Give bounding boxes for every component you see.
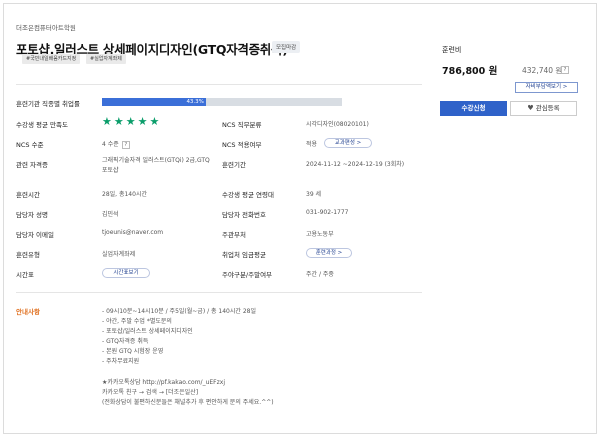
favorite-button[interactable]: ♥ 관심등록 — [510, 101, 577, 116]
phone-label: 담당자 전화번호 — [222, 211, 266, 219]
guide-line — [102, 368, 274, 378]
guide-line: ★카카오톡상담 http://pf.kakao.com/_uEFzxj — [102, 378, 225, 386]
academy-name[interactable]: 더조은컴퓨터아트학원 — [16, 22, 76, 32]
training-type-label: 훈련유형 — [16, 251, 40, 259]
divider — [16, 84, 422, 85]
period-label: 훈련기간 — [222, 161, 246, 169]
ministry-value: 고용노동부 — [306, 231, 334, 238]
wage-label: 취업처 임금평균 — [222, 251, 266, 259]
star-icon: ★ — [125, 115, 138, 128]
status-badge: 모집마감 — [272, 41, 301, 53]
heart-icon: ♥ — [527, 104, 534, 112]
manager-label: 담당자 성명 — [16, 211, 48, 219]
hours-value: 28일, 총140시간 — [102, 191, 147, 198]
employment-rate-bar: 43.3% — [102, 98, 342, 106]
star-icon: ★ — [102, 115, 114, 128]
divider — [16, 292, 422, 293]
star-icon: ★ — [113, 115, 126, 128]
guide-line: 카카오톡 친구 → 검색 → [더조은일산] — [102, 388, 199, 396]
satisfaction-stars: ★★★★★ — [102, 115, 161, 128]
schedule-button[interactable]: 시간표보기 — [102, 268, 150, 278]
period-value: 2024-11-12 ~2024-12-19 (3회차) — [306, 161, 405, 168]
ncs-applied-label: NCS 적용여부 — [222, 141, 262, 149]
certificate-label: 관련 자격증 — [16, 161, 48, 169]
hours-label: 훈련시간 — [16, 191, 40, 199]
guide-line: - 포토샵/일러스트 상세페이지디자인 — [102, 328, 193, 336]
guide-line: - 09시10분~14시10분 / 주5일(월~금) / 총 140시간 28일 — [102, 308, 256, 315]
favorite-label: 관심등록 — [535, 104, 560, 112]
employment-rate-value: 43.3% — [186, 99, 204, 105]
tag-card[interactable]: #국민내일배움카드지정 — [22, 54, 81, 64]
ncs-level-value: 4 수준? — [102, 139, 130, 149]
training-course-button[interactable]: 훈련과정 > — [306, 248, 352, 258]
guide-line: - 주차무료지원 — [102, 358, 140, 366]
schedule-label: 시간표 — [16, 271, 34, 279]
certificate-value: 그래픽기술자격 일러스트(GTQi) 2급,GTQ 포토샵 — [102, 157, 210, 174]
help-icon[interactable]: ? — [561, 66, 569, 74]
ncs-level-text: 4 수준 — [102, 141, 119, 148]
star-icon: ★ — [149, 115, 162, 128]
ncs-applied-value: 적용 — [306, 141, 318, 148]
email-value[interactable]: tjoeunis@naver.com — [102, 229, 163, 236]
tag-account[interactable]: #실업자계좌제 — [86, 54, 126, 64]
curriculum-button[interactable]: 교과편성 > — [324, 138, 372, 148]
self-pay-price: 432,740 원 — [522, 66, 563, 75]
guide-line: - 야간, 주말 수업 *별도문의 — [102, 318, 172, 326]
course-detail-panel — [3, 3, 597, 434]
avg-age-label: 수강생 평균 연령대 — [222, 191, 274, 199]
help-icon[interactable]: ? — [121, 140, 130, 149]
guide-line: - 본원 GTQ 시험장 운영 — [102, 348, 164, 356]
enroll-button[interactable]: 수강신청 — [440, 101, 507, 116]
guide-text: - 09시10분~14시10분 / 주5일(월~금) / 총 140시간 28일… — [102, 307, 274, 408]
weekday-value: 주간 / 주중 — [306, 271, 334, 278]
training-type-value: 실업자계좌제 — [102, 251, 136, 258]
fee-label: 훈련비 — [442, 46, 462, 54]
email-label: 담당자 이메일 — [16, 231, 54, 239]
avg-age-value: 39 세 — [306, 191, 322, 198]
satisfaction-label: 수강생 평균 만족도 — [16, 121, 68, 129]
self-pay-button[interactable]: 자비부담액보기 > — [515, 82, 578, 93]
ncs-level-label: NCS 수준 — [16, 141, 44, 149]
guide-line: - GTQ자격증 취득 — [102, 338, 149, 346]
star-icon: ★ — [137, 115, 150, 128]
guide-title: 안내사항 — [16, 308, 40, 316]
guide-line: (전화상담이 불편하신분들은 채널추가 후 편안하게 문의 주세요.^^) — [102, 398, 274, 406]
manager-value: 김민석 — [102, 211, 119, 218]
ministry-label: 주관부처 — [222, 231, 246, 239]
weekday-label: 주야구분/주말여부 — [222, 271, 273, 279]
employment-rate-label: 훈련기관 직종별 취업률 — [16, 100, 80, 108]
ncs-job-label: NCS 직무분류 — [222, 121, 262, 129]
phone-value: 031-902-1777 — [306, 209, 349, 216]
fee-price: 786,800 원 — [442, 66, 498, 77]
ncs-job-value: 시각디자인(08020101) — [306, 121, 369, 128]
